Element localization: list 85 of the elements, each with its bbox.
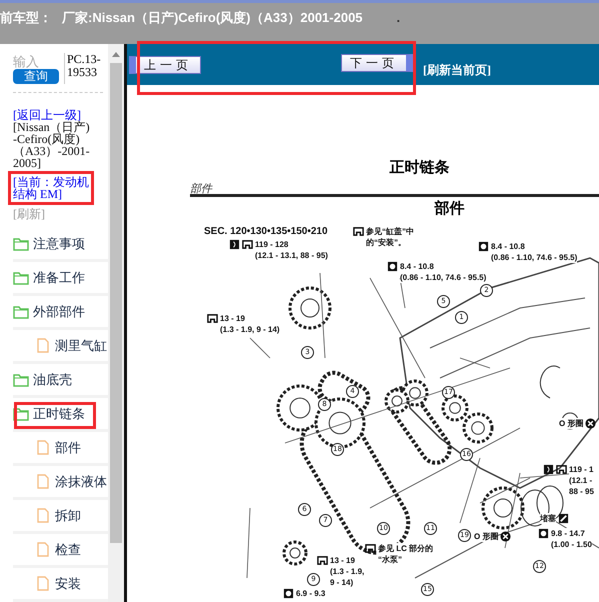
crumb-text: [Nissan（日产)-Cefiro(风度)（A33）-2001-2005] [13,121,91,169]
spec-text: 13 - 19 [220,313,245,324]
document-icon [35,542,51,557]
tree-item[interactable]: 检查 [35,540,81,558]
spec-text: (0.86 - 1.10, 74.6 - 95.5) [491,252,578,263]
dot-mark: . [396,10,400,25]
part-code: PC.13-19533 [64,53,103,84]
tree-item[interactable]: 安装 [35,574,81,592]
sprocket [462,412,494,444]
document-icon [35,338,51,353]
sprocket [384,388,410,414]
scrollbar[interactable] [108,44,124,602]
spec-text: 9 - 14) [330,577,354,588]
tree-item-label: 测里气缸 [55,338,107,354]
previous-page-button[interactable]: 上一页 [129,56,201,74]
spec-text: (12.1 - [569,475,592,486]
replace-icon [585,418,596,429]
tree-item[interactable]: 油底壳 [13,370,72,388]
spec-text: (1.00 - 1.50 [551,539,592,550]
folder-icon [13,372,29,387]
part-label: 堵塞 [540,513,556,524]
sprocket [282,540,308,566]
sprocket [288,286,332,330]
folder-icon [13,236,29,251]
tree-item-label: 正时链条 [33,406,85,422]
sprocket [482,486,524,530]
spec-text: 参见 LC 部分的 [378,543,434,554]
tree-item[interactable]: 外部部件 [13,302,85,320]
tree-item[interactable]: 测里气缸 [35,336,107,354]
tree-item[interactable]: 准备工作 [13,268,85,286]
tree-item-label: 注意事项 [33,236,85,252]
tree-item-label: 准备工作 [33,270,85,286]
page-label: 前车型： [0,9,52,27]
spec-text: (0.86 - 1.10, 74.6 - 95.5) [400,272,486,283]
folder-icon [13,270,29,285]
scroll-thumb[interactable] [110,63,122,543]
folder-icon [13,304,29,319]
spec-text: 6.9 - 9.3 [296,588,326,599]
spec-text: 参见“缸盖”中 [366,226,414,237]
document-icon [35,508,51,523]
tree-item[interactable]: 正时链条 [13,404,85,422]
vehicle-name: 厂家:Nissan（日产)Cefiro(风度)（A33）2001-2005 [62,9,363,27]
spec-text: 8.4 - 10.8 [400,261,434,272]
o-ring-pair [520,486,564,526]
tree-item-label: 拆卸 [55,508,81,524]
spec-text: “水泵” [378,554,402,565]
spec-text: (1.3 - 1.9, [330,566,364,577]
spec-text: (1.3 - 1.9, 9 - 14) [220,324,280,335]
page-title: 正时链条 [388,158,450,178]
section-code: SEC. 120•130•135•150•210 [204,226,328,237]
tree-item-label: 外部部件 [33,304,85,320]
tree-item-label: 安装 [55,576,81,592]
part-label: O 形圈 [559,418,584,429]
tree-item[interactable]: 涂抹液体 [35,472,107,490]
crumb-link[interactable]: [返回上一级] [13,109,93,121]
replace-icon [500,531,512,542]
spec-text: 8.4 - 10.8 [491,241,525,252]
tree-item-label: 涂抹液体 [55,474,107,490]
spec-text: 9.8 - 14.7 [551,528,585,539]
spec-text: 119 - 128 [255,239,288,250]
spec-text: 88 - 95 [569,486,594,497]
tree-item-label: 检查 [55,542,81,558]
section-heading: 部件 [433,199,466,218]
leader-line [246,508,250,578]
spec-text: 13 - 19 [330,555,355,566]
refresh-page-link[interactable]: [刷新当前页] [423,62,491,79]
part-label: O 形圈 [474,531,498,542]
crumb-link[interactable]: [当前：发动机结构 EM] [13,176,93,200]
sprocket [442,394,468,422]
document-icon [35,440,51,455]
next-page-button[interactable]: 下一页 [341,54,413,72]
sealant-icon [558,513,569,524]
running-head: 部件 [190,178,599,197]
tree-item[interactable]: 部件 [35,438,81,456]
search-button[interactable]: 查询 [13,69,59,84]
document-icon [35,474,51,489]
spec-text: 119 - 1 [569,464,594,475]
tree-item[interactable]: 拆卸 [35,506,81,524]
tree-item-label: 部件 [55,440,81,456]
leader-line [250,338,270,358]
document-icon [35,576,51,591]
spec-text: (12.1 - 13.1, 88 - 95) [255,250,328,261]
sprocket [276,384,324,432]
tree-item-label: 油底壳 [33,372,72,388]
tree-item[interactable]: 注意事项 [13,234,85,252]
